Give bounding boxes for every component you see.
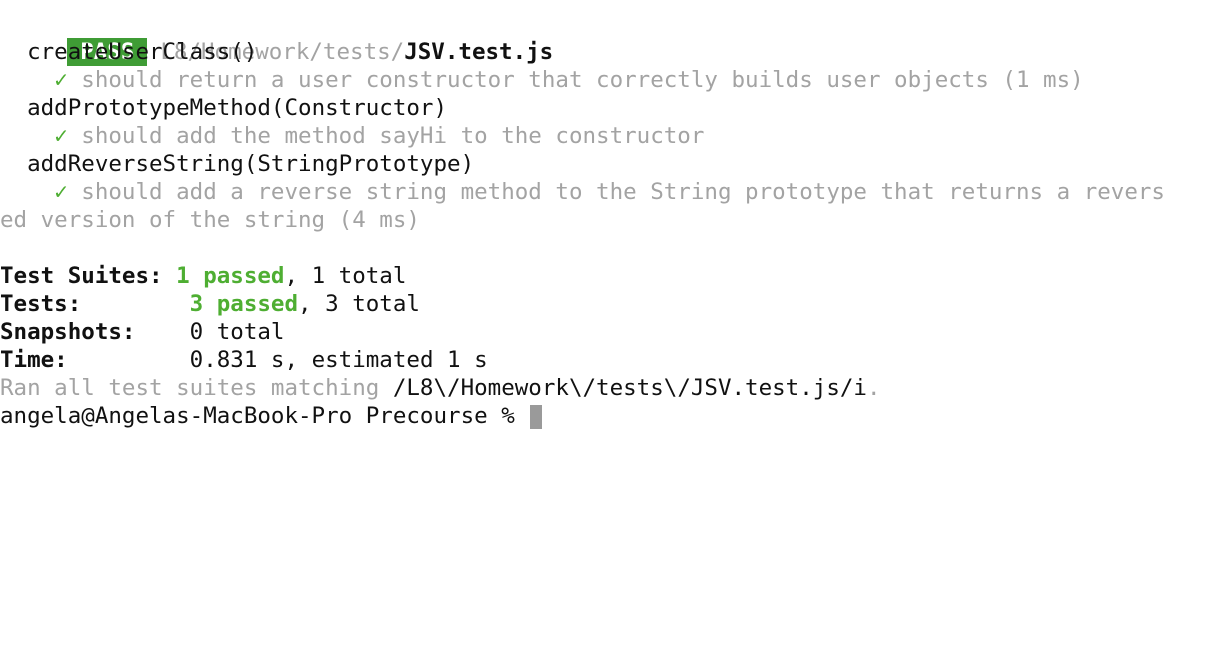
test-file-header: PASS L8/Homework/tests/JSV.test.js <box>0 10 553 66</box>
cursor[interactable] <box>530 404 543 429</box>
ran-pattern: /L8\/Homework\/tests\/JSV.test.js/i <box>392 375 867 401</box>
ran-suffix: . <box>866 375 881 401</box>
test-description: should add the method sayHi to the const… <box>81 123 705 149</box>
summary-label: Tests: <box>0 291 82 317</box>
summary-suites: Test Suites: 1 passed, 1 total <box>0 262 406 290</box>
summary-label: Test Suites: <box>0 263 163 289</box>
test-result-line: ✓ should add a reverse string method to … <box>0 178 1165 206</box>
ran-all-line: Ran all test suites matching /L8\/Homewo… <box>0 374 881 402</box>
suite-title: addReverseString(StringPrototype) <box>27 151 475 177</box>
test-description: should add a reverse string method to th… <box>81 179 1165 205</box>
test-result-line: ✓ should add the method sayHi to the con… <box>0 122 704 150</box>
suites-passed-count: 1 passed <box>176 263 285 289</box>
snapshots-value: 0 total <box>189 319 285 345</box>
tests-total: , 3 total <box>298 291 420 317</box>
prompt-text: angela@Angelas-MacBook-Pro Precourse % <box>0 403 529 429</box>
summary-label: Snapshots: <box>0 319 136 345</box>
ran-prefix: Ran all test suites matching <box>0 375 393 401</box>
summary-snapshots: Snapshots: 0 total <box>0 318 284 346</box>
suite-title: addPrototypeMethod(Constructor) <box>27 95 448 121</box>
test-file-name: JSV.test.js <box>404 39 554 65</box>
check-icon: ✓ <box>54 123 68 149</box>
test-description-wrap: ed version of the string (4 ms) <box>0 207 420 233</box>
check-icon: ✓ <box>54 179 68 205</box>
test-description: should return a user constructor that co… <box>81 67 1084 93</box>
terminal-window[interactable]: PASS L8/Homework/tests/JSV.test.js create… <box>0 0 1218 440</box>
summary-time: Time: 0.831 s, estimated 1 s <box>0 346 488 374</box>
test-result-line: ✓ should return a user constructor that … <box>0 66 1084 94</box>
summary-tests: Tests: 3 passed, 3 total <box>0 290 420 318</box>
summary-label: Time: <box>0 347 68 373</box>
time-value: 0.831 s, estimated 1 s <box>189 347 488 373</box>
tests-passed-count: 3 passed <box>189 291 299 317</box>
check-icon: ✓ <box>54 67 68 93</box>
suite-title: createUserClass() <box>27 39 258 65</box>
suites-total: , 1 total <box>284 263 407 289</box>
shell-prompt[interactable]: angela@Angelas-MacBook-Pro Precourse % <box>0 402 543 430</box>
